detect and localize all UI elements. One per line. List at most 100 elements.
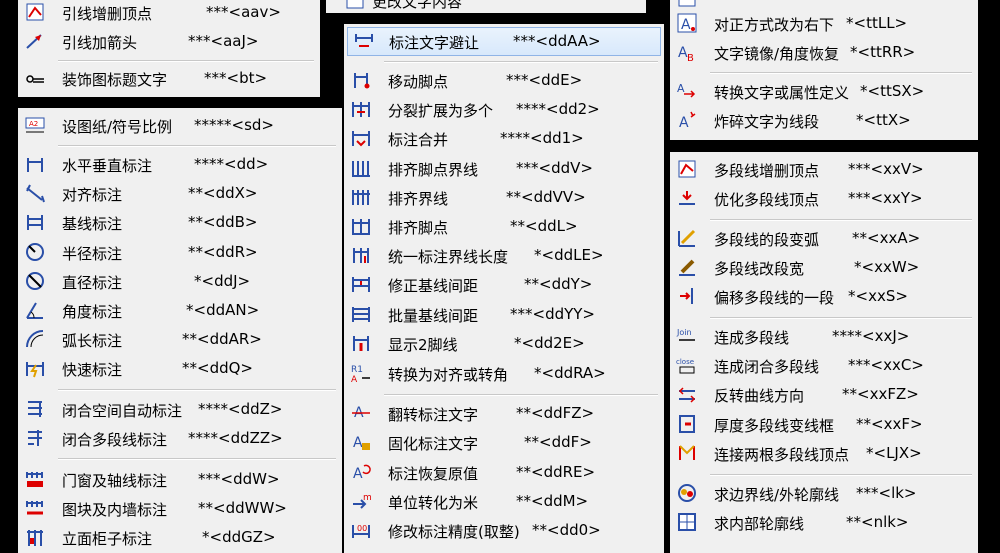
menu-item-align-ext[interactable]: 排齐界线 **<ddVV> xyxy=(344,183,664,212)
menu-item-shortcut: ****<xxJ> xyxy=(832,327,910,345)
menu-item-shortcut: **<ddY> xyxy=(524,275,593,293)
menu-item-thick-pline[interactable]: 厚度多段线变线框 **<xxF> xyxy=(670,410,978,439)
dim-baseline-icon xyxy=(24,211,46,233)
menu-item-text-convert[interactable]: A 转换文字或属性定义 *<ttSX> xyxy=(670,77,978,106)
menu-item-reverse-curve[interactable]: 反转曲线方向 **<xxFZ> xyxy=(670,380,978,409)
menu-item-join[interactable]: Join 连成多段线 ****<xxJ> xyxy=(670,322,978,351)
menu-item-dim-arc[interactable]: 弧长标注 **<ddAR> xyxy=(18,325,342,354)
menu-item-show-two-ext[interactable]: 显示2脚线 *<dd2E> xyxy=(344,329,664,358)
menu-item-dim-angle[interactable]: 角度标注 *<ddAN> xyxy=(18,296,342,325)
menu-item-dim-diameter[interactable]: 直径标注 *<ddJ> xyxy=(18,267,342,296)
dim-precision-icon: 00 xyxy=(350,519,372,541)
menu-item-align-foot-ext[interactable]: 排齐脚点界线 ***<ddV> xyxy=(344,154,664,183)
menu-item-boundary[interactable]: 求边界线/外轮廓线 ***<lk> xyxy=(670,479,978,508)
menu-item-fix-dim-text[interactable]: A 固化标注文字 **<ddF> xyxy=(344,428,664,457)
menu-item-leader-edit-vertex[interactable]: 引线增删顶点 ***<aav> xyxy=(18,0,320,27)
menu-item-label: 图块及内墙标注 xyxy=(62,501,168,519)
menu-item-convert-aligned[interactable]: R1 A 转换为对齐或转角 *<ddRA> xyxy=(344,359,664,388)
menu-item-fix-baseline-gap[interactable]: 修正基线间距 **<ddY> xyxy=(344,270,664,299)
menu-item-title-decor[interactable]: 装饰图标题文字 ***<bt> xyxy=(18,64,320,93)
dim-angle-icon xyxy=(24,299,46,321)
menu-item-label: 移动脚点 xyxy=(388,73,449,91)
svg-text:A: A xyxy=(679,115,689,131)
menu-item-dim-linear[interactable]: 水平垂直标注 ****<dd> xyxy=(18,150,342,179)
menu-item-close[interactable]: close 连成闭合多段线 ***<xxC> xyxy=(670,351,978,380)
text-style-icon xyxy=(676,0,698,9)
menu-item-shortcut: **<ddR> xyxy=(188,243,258,261)
menu-item-label: 标注文字避让 xyxy=(389,34,480,52)
pline-offset-icon xyxy=(676,285,698,307)
svg-text:m: m xyxy=(363,493,372,503)
menu-item-shortcut: *<ttRR> xyxy=(850,43,916,61)
menu-item-shortcut: **<xxA> xyxy=(852,229,921,247)
align-ext-icon xyxy=(350,186,372,208)
menu-item-text-mirror[interactable]: AB 文字镜像/角度恢复 *<ttRR> xyxy=(670,38,978,67)
menu-item-leader-arrow[interactable]: 引线加箭头 ***<aaJ> xyxy=(18,27,320,56)
menu-item-shortcut: **<xxFZ> xyxy=(842,385,919,403)
menu-item-dim-door-axis[interactable]: 门窗及轴线标注 ***<ddW> xyxy=(18,465,342,494)
batch-baseline-gap-icon xyxy=(350,303,372,325)
menu-item-dim-cabinet[interactable]: 立面柜子标注 *<ddGZ> xyxy=(18,523,342,552)
menu-separator xyxy=(710,72,972,74)
menu-item-pline-edit-vertex[interactable]: 多段线增删顶点 ***<xxV> xyxy=(670,155,978,184)
menu-item-connect-pline[interactable]: 连接两根多段线顶点 *<LJX> xyxy=(670,439,978,468)
menu-item-shortcut: **<nlk> xyxy=(846,513,909,531)
menu-item-unit-meter[interactable]: m 单位转化为米 **<ddM> xyxy=(344,487,664,516)
dim-diameter-icon xyxy=(24,270,46,292)
menu-item-batch-baseline-gap[interactable]: 批量基线间距 ***<ddYY> xyxy=(344,300,664,329)
menu-item-dim-radius[interactable]: 半径标注 **<ddR> xyxy=(18,238,342,267)
menu-item-set-scale[interactable]: A2 设图纸/符号比例 *****<sd> xyxy=(18,111,342,140)
menu-item-dim-baseline[interactable]: 基线标注 **<ddB> xyxy=(18,208,342,237)
menu-item-label: 偏移多段线的一段 xyxy=(714,289,835,307)
menu-leader: 引线增删顶点 ***<aav> 引线加箭头 ***<aaJ> 装饰图标题文字 *… xyxy=(18,0,320,97)
menu-item-shortcut: **<ddQ> xyxy=(182,359,253,377)
menu-item-restore-dim[interactable]: A 标注恢复原值 **<ddRE> xyxy=(344,458,664,487)
text-explode-icon: A xyxy=(676,109,698,131)
menu-item-move-foot[interactable]: 移动脚点 ***<ddE> xyxy=(344,66,664,95)
menu-text-edit: 更改文字内容 xyxy=(326,0,646,13)
menu-item-inner-contour[interactable]: 求内部轮廓线 **<nlk> xyxy=(670,508,978,537)
menu-item-label: 修改标注精度(取整) xyxy=(388,523,520,541)
menu-item-merge-dim[interactable]: 标注合并 ****<dd1> xyxy=(344,124,664,153)
menu-item-label: 厚度多段线变线框 xyxy=(714,417,835,435)
menu-item-label: 统一标注界线长度 xyxy=(388,248,509,266)
menu-item-pline-optimize[interactable]: 优化多段线顶点 ***<xxY> xyxy=(670,184,978,213)
menu-item-dim-auto-space[interactable]: 闭合空间自动标注 ****<ddZ> xyxy=(18,395,342,424)
menu-item-shortcut: *<ttLL> xyxy=(846,14,908,32)
menu-item-dim-block-wall[interactable]: 图块及内墙标注 **<ddWW> xyxy=(18,494,342,523)
menu-item-pline-width[interactable]: 多段线改段宽 *<xxW> xyxy=(670,253,978,282)
svg-text:close: close xyxy=(676,358,694,366)
menu-item-label: 门窗及轴线标注 xyxy=(62,472,168,490)
dim-cabinet-icon xyxy=(24,526,46,548)
menu-item-shortcut: ***<xxC> xyxy=(848,356,924,374)
menu-item-shortcut: ***<ddW> xyxy=(198,470,280,488)
menu-item-shortcut: **<dd0> xyxy=(532,521,601,539)
dim-radius-icon xyxy=(24,241,46,263)
menu-item-align-foot[interactable]: 排齐脚点 **<ddL> xyxy=(344,212,664,241)
menu-item-label: 多段线改段宽 xyxy=(714,260,805,278)
menu-item-label: 排齐脚点界线 xyxy=(388,161,479,179)
menu-item-label: 水平垂直标注 xyxy=(62,157,153,175)
menu-item-dim-quick[interactable]: 快速标注 **<ddQ> xyxy=(18,354,342,383)
menu-item-shortcut: ***<ddYY> xyxy=(510,305,596,323)
menu-item-label: 转换文字或属性定义 xyxy=(714,84,850,102)
menu-item-text-explode[interactable]: A 炸碎文字为线段 *<ttX> xyxy=(670,106,978,135)
menu-item-dim-precision[interactable]: 00 修改标注精度(取整) **<dd0> xyxy=(344,516,664,545)
menu-item-edit-text[interactable]: 更改文字内容 xyxy=(326,0,646,13)
menu-item-dim-aligned[interactable]: 对齐标注 **<ddX> xyxy=(18,179,342,208)
menu-item-pline-arc[interactable]: 多段线的段变弧 **<xxA> xyxy=(670,224,978,253)
pline-optimize-icon xyxy=(676,187,698,209)
menu-item-unify-ext-length[interactable]: 统一标注界线长度 *<ddLE> xyxy=(344,241,664,270)
menu-item-dim-text-avoid[interactable]: 标注文字避让 ***<ddAA> xyxy=(347,27,661,56)
unit-meter-icon: m xyxy=(350,490,372,512)
menu-item-flip-dim-text[interactable]: A 翻转标注文字 **<ddFZ> xyxy=(344,399,664,428)
menu-item-pline-offset[interactable]: 偏移多段线的一段 *<xxS> xyxy=(670,282,978,311)
menu-item-split-dim[interactable]: 分裂扩展为多个 ****<dd2> xyxy=(344,95,664,124)
menu-item-text-justify[interactable]: A 对正方式改为右下 *<ttLL> xyxy=(670,9,978,38)
menu-item-dim-polyline[interactable]: 闭合多段线标注 ****<ddZZ> xyxy=(18,424,342,453)
menu-item-label: 文字镜像/角度恢复 xyxy=(714,45,840,63)
text-convert-icon: A xyxy=(676,80,698,102)
menu-item-label: 立面柜子标注 xyxy=(62,530,153,548)
menu-item-shortcut: *<ddGZ> xyxy=(202,528,276,546)
svg-text:B: B xyxy=(687,53,694,63)
